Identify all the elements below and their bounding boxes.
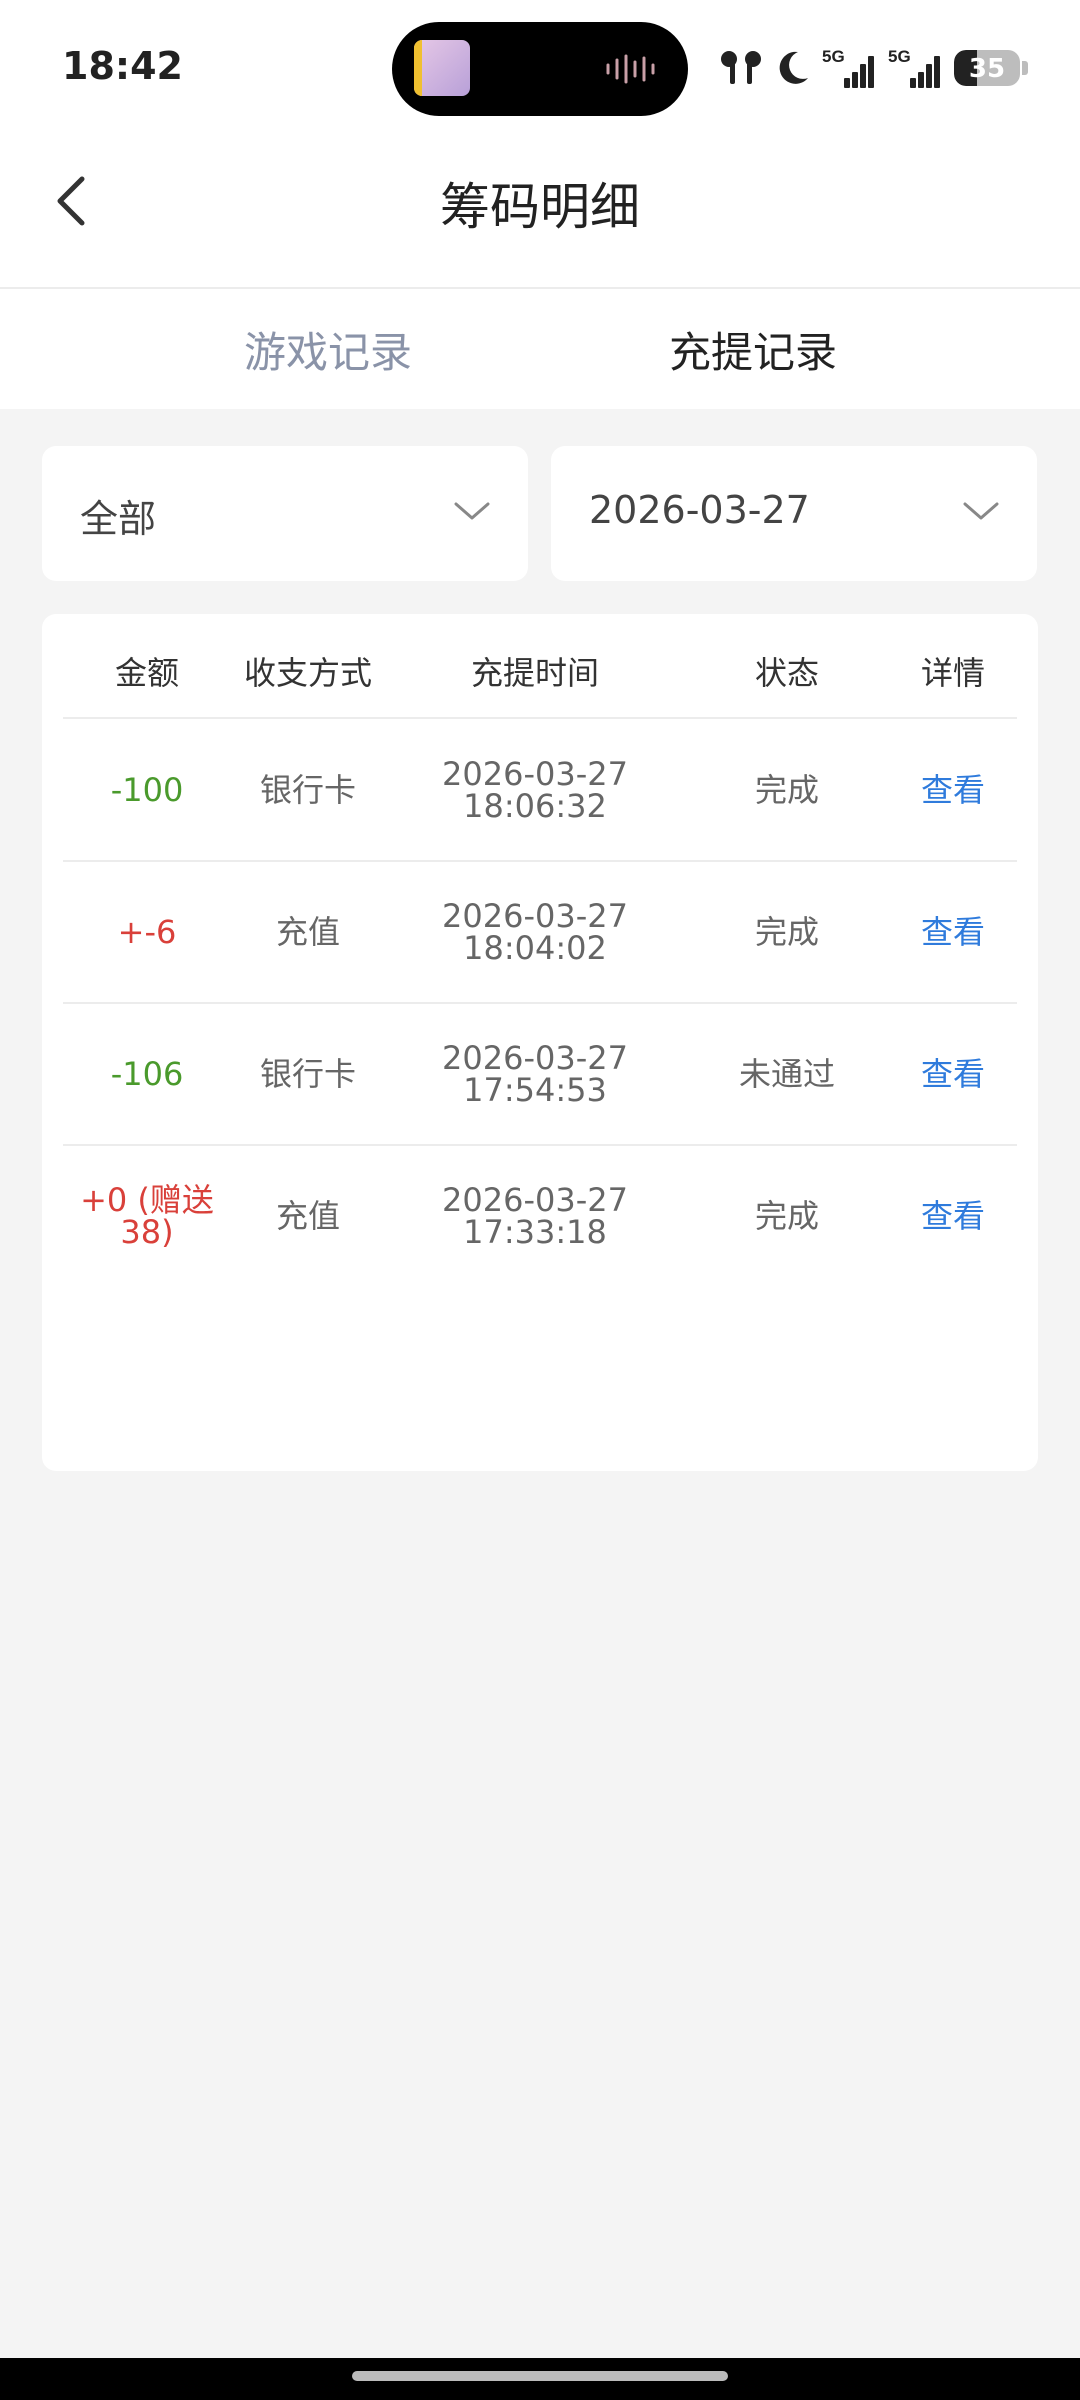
status-cell: 完成 — [754, 1196, 819, 1235]
tab-game-records[interactable]: 游戏记录 — [244, 319, 412, 380]
signal-label-2: 5G — [888, 47, 911, 66]
time-cell: 2026-03-27 18:06:32 — [385, 719, 685, 860]
signal-icon: 5G — [888, 47, 940, 88]
page-title: 筹码明细 — [440, 178, 640, 236]
records-table: 金额 收支方式 充提时间 状态 详情 -100 银行卡 2026-03-27 1… — [42, 614, 1038, 1471]
column-header-time: 充提时间 — [470, 654, 599, 692]
time-cell-time: 18:06:32 — [463, 786, 607, 825]
column-header-amount: 金额 — [114, 654, 179, 692]
method-cell: 银行卡 — [259, 770, 356, 809]
time-cell-time: 17:54:53 — [463, 1070, 607, 1109]
time-cell: 2026-03-27 17:33:18 — [385, 1145, 685, 1286]
column-header-status: 状态 — [754, 654, 819, 692]
battery-cap — [1022, 61, 1028, 75]
amount-cell: +-6 — [117, 912, 177, 951]
media-thumbnail — [414, 40, 470, 96]
time-cell: 2026-03-27 17:54:53 — [385, 1003, 685, 1144]
view-detail-link[interactable]: 查看 — [889, 1003, 1017, 1144]
status-cell: 完成 — [754, 770, 819, 809]
type-filter-value: 全部 — [80, 497, 157, 541]
column-header-method: 收支方式 — [243, 654, 372, 692]
tab-recharge-records[interactable]: 充提记录 — [669, 319, 837, 380]
moon-icon — [779, 51, 808, 84]
table-row: +0 (赠送38) 充值 2026-03-27 17:33:18 完成 查看 — [63, 1145, 1017, 1286]
time-cell-date: 2026-03-27 — [442, 754, 628, 793]
time-cell-time: 18:04:02 — [463, 928, 607, 967]
view-detail-link[interactable]: 查看 — [889, 719, 1017, 860]
table-row: -100 银行卡 2026-03-27 18:06:32 完成 查看 — [63, 719, 1017, 862]
amount-cell: -106 — [110, 1054, 184, 1093]
time-cell-date: 2026-03-27 — [442, 896, 628, 935]
date-filter-select[interactable]: 2026-03-27 — [551, 446, 1037, 581]
status-cell: 未通过 — [738, 1054, 835, 1093]
chevron-down-icon — [454, 502, 490, 520]
earbuds-icon — [721, 51, 761, 84]
view-detail-link[interactable]: 查看 — [889, 1145, 1017, 1286]
time-cell-time: 17:33:18 — [463, 1212, 607, 1251]
app-header: 筹码明细 — [0, 135, 1080, 289]
audio-wave-icon — [606, 54, 655, 84]
time-cell-date: 2026-03-27 — [442, 1180, 628, 1219]
signal-label-1: 5G — [822, 47, 845, 66]
method-cell: 银行卡 — [259, 1054, 356, 1093]
signal-icon: 5G — [822, 47, 874, 88]
amount-cell: -100 — [110, 770, 184, 809]
view-detail-link[interactable]: 查看 — [889, 861, 1017, 1002]
column-header-detail: 详情 — [920, 654, 985, 692]
home-indicator[interactable] — [352, 2371, 728, 2381]
time-cell: 2026-03-27 18:04:02 — [385, 861, 685, 1002]
system-nav-bar — [0, 2358, 1080, 2400]
method-cell: 充值 — [275, 912, 340, 951]
amount-cell: +0 (赠送38) — [80, 1180, 214, 1251]
table-row: -106 银行卡 2026-03-27 17:54:53 未通过 查看 — [63, 1003, 1017, 1146]
table-row: +-6 充值 2026-03-27 18:04:02 完成 查看 — [63, 861, 1017, 1004]
status-icons: 5G 5G 35 — [718, 40, 1028, 96]
type-filter-select[interactable]: 全部 — [42, 446, 528, 581]
status-time: 18:42 — [62, 44, 183, 88]
status-cell: 完成 — [754, 912, 819, 951]
battery-level: 35 — [968, 54, 1006, 84]
method-cell: 充值 — [275, 1196, 340, 1235]
status-bar: 18:42 5G 5G 35 — [0, 0, 1080, 135]
time-cell-date: 2026-03-27 — [442, 1038, 628, 1077]
battery-icon: 35 — [954, 50, 1020, 86]
dynamic-island[interactable] — [392, 22, 688, 116]
table-header: 金额 收支方式 充提时间 状态 详情 — [63, 614, 1017, 719]
chevron-down-icon — [963, 502, 999, 520]
date-filter-value: 2026-03-27 — [589, 488, 810, 532]
tab-bar: 游戏记录 充提记录 — [0, 289, 1080, 409]
